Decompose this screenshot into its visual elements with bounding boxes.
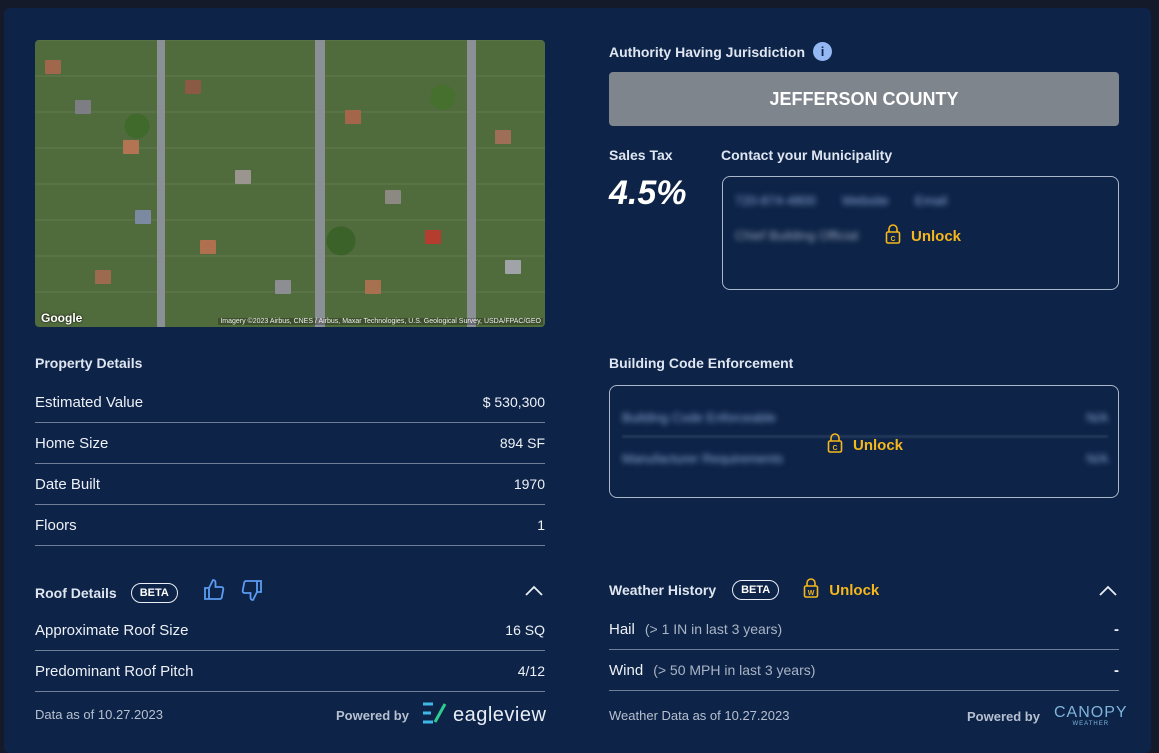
jurisdiction-value: JEFFERSON COUNTY [609, 72, 1119, 126]
row-value: 1970 [513, 476, 545, 492]
roof-details-header: Roof Details BETA [35, 578, 264, 607]
weather-header: Weather History BETA W Unlock [609, 578, 879, 602]
row-value: 4/12 [517, 663, 545, 679]
weather-title: Weather History [609, 582, 717, 598]
jurisdiction-header: Authority Having Jurisdiction i [609, 42, 833, 61]
roof-details-title: Roof Details [35, 584, 117, 601]
canopy-logo: CANOPY WEATHER [1053, 704, 1128, 728]
roof-row: Predominant Roof Pitch 4/12 [35, 651, 545, 692]
weather-row: Hail (> 1 IN in last 3 years) - [609, 609, 1119, 650]
sales-tax-value: 4.5% [609, 174, 687, 212]
info-icon[interactable]: i [813, 42, 833, 61]
row-label: Date Built [35, 475, 101, 493]
property-panel: Google Imagery ©2023 Airbus, CNES / Airb… [4, 8, 1151, 753]
property-row: Date Built 1970 [35, 464, 545, 505]
unlock-label: Unlock [853, 436, 904, 454]
row-sublabel: (> 1 IN in last 3 years) [644, 620, 783, 637]
code-unlock-button[interactable]: C Unlock [827, 433, 903, 457]
official-text: Chief Building Official [735, 228, 859, 243]
row-value: $ 530,300 [482, 394, 545, 410]
row-label: Estimated Value [35, 393, 144, 411]
municipality-unlock-button[interactable]: C Unlock [885, 224, 961, 248]
powered-by-label: Powered by [336, 708, 409, 723]
row-label: Wind [609, 661, 644, 679]
property-row: Floors 1 [35, 505, 545, 546]
row-sublabel: (> 50 MPH in last 3 years) [653, 661, 816, 678]
row-label: Approximate Roof Size [35, 621, 189, 639]
collapse-chevron-icon[interactable] [525, 584, 543, 602]
row-label: Manufacturer Requirements [622, 451, 784, 466]
row-value: 16 SQ [505, 622, 545, 638]
lock-icon: C [827, 433, 843, 457]
row-value: N/A [1086, 410, 1108, 425]
google-logo: Google [41, 311, 83, 325]
svg-text:C: C [890, 236, 895, 243]
roof-row: Approximate Roof Size 16 SQ [35, 610, 545, 651]
municipality-title: Contact your Municipality [721, 147, 893, 163]
property-row: Estimated Value $ 530,300 [35, 382, 545, 423]
canopy-brand-sub: WEATHER [1072, 721, 1110, 727]
lock-icon: W [803, 578, 819, 602]
unlock-label: Unlock [829, 581, 880, 599]
building-code-title: Building Code Enforcement [609, 355, 794, 371]
canopy-brand: CANOPY [1053, 704, 1128, 721]
thumbs-down-icon[interactable] [240, 578, 264, 607]
eagleview-logo-icon [421, 702, 447, 729]
weather-unlock-button[interactable]: W Unlock [803, 578, 879, 602]
row-value: N/A [1086, 451, 1108, 466]
phone-text: 720-874-4800 [735, 193, 816, 208]
map-credit: Imagery ©2023 Airbus, CNES / Airbus, Max… [218, 318, 543, 325]
email-text: Email [914, 193, 948, 208]
property-details-title: Property Details [35, 355, 143, 371]
beta-badge: BETA [130, 582, 178, 603]
weather-data-date: Weather Data as of 10.27.2023 [609, 708, 790, 723]
beta-badge: BETA [732, 580, 780, 600]
collapse-chevron-icon[interactable] [1099, 584, 1117, 602]
row-value: 894 SF [499, 435, 545, 451]
canopy-credit: Powered by CANOPY WEATHER [967, 704, 1128, 728]
svg-text:C: C [832, 445, 837, 452]
website-text: Website [841, 193, 889, 208]
municipality-box: 720-874-4800 Website Email Chief Buildin… [722, 176, 1119, 290]
property-row: Home Size 894 SF [35, 423, 545, 464]
municipality-contacts: 720-874-4800 Website Email [735, 193, 947, 208]
row-label: Building Code Enforceable [622, 410, 776, 425]
weather-row: Wind (> 50 MPH in last 3 years) - [609, 650, 1119, 691]
eagleview-brand: eagleview [452, 704, 547, 726]
row-label: Predominant Roof Pitch [35, 662, 194, 680]
building-code-box: Building Code Enforceable N/A Manufactur… [609, 385, 1119, 498]
row-value: 1 [537, 517, 545, 533]
row-label: Floors [35, 516, 77, 534]
aerial-map[interactable]: Google Imagery ©2023 Airbus, CNES / Airb… [35, 40, 545, 327]
lock-icon: C [885, 224, 901, 248]
thumbs-up-icon[interactable] [202, 578, 226, 607]
sales-tax-label: Sales Tax [609, 147, 673, 163]
unlock-label: Unlock [911, 227, 962, 245]
roof-data-date: Data as of 10.27.2023 [35, 707, 163, 722]
code-row: Building Code Enforceable N/A [622, 410, 1108, 425]
row-value: - [1114, 661, 1119, 679]
jurisdiction-title: Authority Having Jurisdiction [609, 43, 806, 60]
row-value: - [1114, 620, 1119, 638]
powered-by-label: Powered by [967, 708, 1040, 724]
row-label: Hail [609, 620, 635, 638]
svg-text:W: W [808, 590, 815, 597]
eagleview-credit: Powered by eagleview [336, 702, 546, 729]
row-label: Home Size [35, 434, 109, 452]
